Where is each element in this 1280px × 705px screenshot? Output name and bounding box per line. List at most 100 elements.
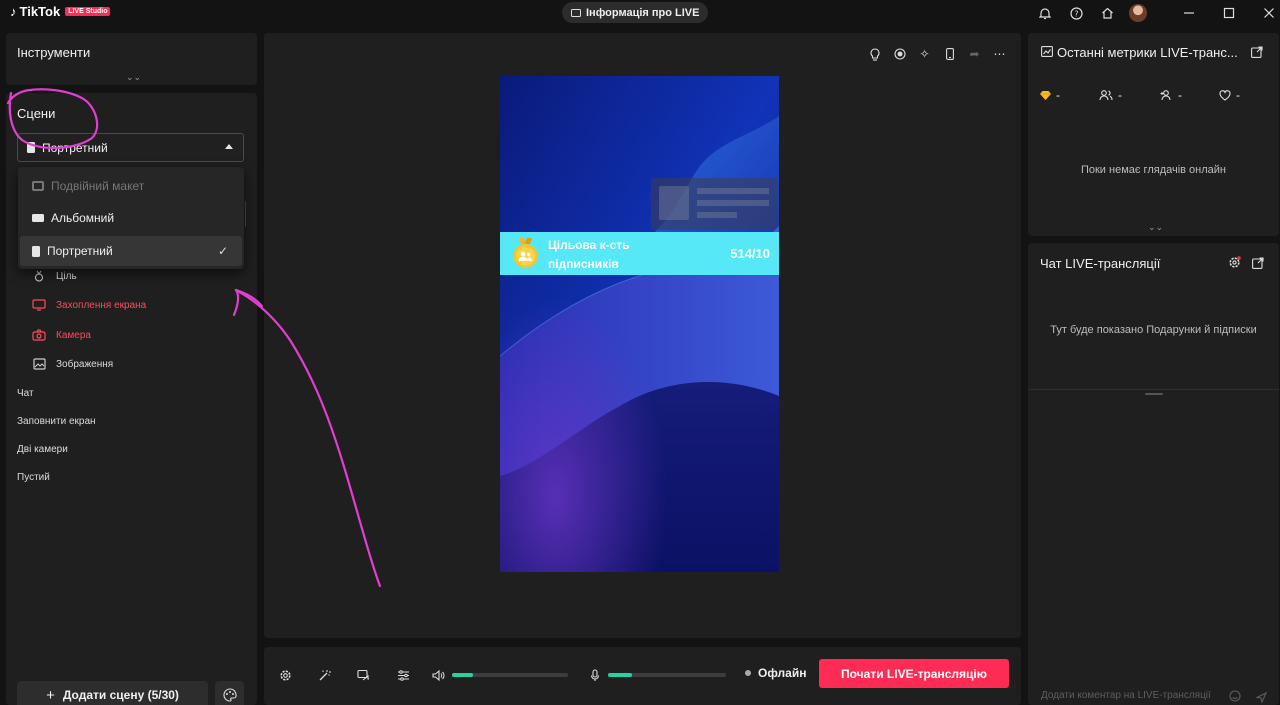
source-label: Захоплення екрана: [56, 299, 147, 311]
plus-icon: +: [46, 686, 55, 704]
expand-tools-chevron-icon[interactable]: ⌄⌄: [126, 72, 141, 83]
emoji-icon[interactable]: [1229, 689, 1242, 702]
home-icon[interactable]: [1096, 2, 1118, 24]
studio-badge: LIVE Studio: [65, 7, 111, 16]
live-info-label: Інформація про LIVE: [586, 6, 700, 19]
monitor-icon: [32, 298, 46, 312]
medal-icon: [32, 269, 46, 283]
adjustments-sliders-icon[interactable]: [394, 666, 412, 684]
palette-icon: [222, 688, 237, 702]
overlay-widget-placeholder[interactable]: [651, 178, 777, 230]
wallpaper-image: [500, 76, 779, 572]
microphone-icon[interactable]: [586, 666, 604, 684]
popout-icon[interactable]: [1251, 45, 1265, 59]
heart-icon: [1219, 89, 1231, 101]
bell-icon[interactable]: [1034, 2, 1056, 24]
palette-button[interactable]: [215, 681, 244, 705]
speaker-icon[interactable]: [429, 666, 447, 684]
minimize-icon[interactable]: [1178, 2, 1200, 24]
effects-sparkle-icon[interactable]: ✧: [915, 45, 934, 63]
tools-title: Інструменти: [17, 45, 91, 60]
goal-medal-icon: [513, 238, 538, 268]
layout-select[interactable]: Портретний: [17, 133, 244, 162]
source-item-image[interactable]: Зображення: [32, 355, 113, 373]
layout-select-value: Портретний: [42, 140, 108, 155]
layout-option-portrait[interactable]: Портретний ✓: [20, 236, 242, 266]
expand-metrics-chevron-icon[interactable]: ⌄⌄: [1148, 222, 1163, 233]
diamond-icon: [1040, 90, 1051, 100]
image-icon: [32, 357, 46, 371]
chat-title: Чат LIVE-трансляції: [1040, 256, 1161, 271]
chat-popout-icon[interactable]: [1252, 256, 1266, 270]
chat-comment-input[interactable]: Додати коментар на LIVE-трансляції: [1033, 686, 1251, 705]
title-bar: ♪ TikTok LIVE Studio Інформація про LIVE…: [0, 0, 1280, 26]
preview-toolbar: ✧ ➦ ⋯: [865, 45, 1009, 63]
speaker-volume-fill: [452, 673, 473, 677]
metric-new-followers: -: [1159, 88, 1182, 102]
scene-item-fill-screen[interactable]: Заповнити екран: [17, 416, 96, 427]
chat-panel: Чат LIVE-трансляції Тут буде показано По…: [1028, 243, 1279, 705]
chat-empty-text: Тут буде показано Подарунки й підписки: [1050, 324, 1257, 336]
scenes-title: Сцени: [17, 106, 56, 121]
follower-goal-widget[interactable]: Цільова к-сть підписників 514/10: [500, 232, 779, 275]
status-dot: [745, 670, 751, 676]
chat-settings-icon[interactable]: [1228, 256, 1242, 270]
help-icon[interactable]: ?: [1065, 2, 1087, 24]
metric-likes: -: [1219, 88, 1240, 102]
portrait-phone-icon: [32, 245, 40, 257]
dual-layout-icon: [32, 181, 44, 191]
source-item-camera[interactable]: Камера: [32, 326, 91, 344]
no-viewers-text: Поки немає глядачів онлайн: [1080, 164, 1227, 176]
add-scene-button[interactable]: + Додати сцену (5/30): [17, 681, 208, 705]
new-follower-icon: [1160, 89, 1171, 100]
magic-wand-icon[interactable]: [315, 666, 333, 684]
goal-title: Цільова к-сть підписників: [548, 238, 630, 271]
status-label: Офлайн: [758, 666, 807, 680]
settings-gear-icon[interactable]: [276, 666, 294, 684]
checkmark-icon: ✓: [217, 244, 228, 258]
live-info-button[interactable]: Інформація про LIVE: [562, 2, 709, 23]
close-icon[interactable]: [1258, 2, 1280, 24]
maximize-icon[interactable]: [1218, 2, 1240, 24]
scene-item-chat[interactable]: Чат: [17, 388, 34, 399]
source-label: Зображення: [56, 358, 114, 370]
screen-share-icon[interactable]: [354, 666, 372, 684]
mic-volume-fill: [608, 673, 632, 677]
add-scene-label: Додати сцену (5/30): [62, 688, 179, 702]
phone-orientation-icon[interactable]: [940, 45, 959, 63]
tiktok-note-icon: ♪: [10, 4, 17, 19]
stream-preview-canvas[interactable]: Цільова к-сть підписників 514/10: [500, 76, 779, 572]
metric-viewers: -: [1099, 88, 1122, 102]
scene-item-empty[interactable]: Пустий: [17, 472, 50, 483]
source-item-goal[interactable]: Ціль: [32, 267, 77, 285]
metrics-panel: Останні метрики LIVE-транс... - - - - По…: [1028, 33, 1279, 236]
send-icon[interactable]: [1255, 690, 1268, 704]
metric-diamonds: -: [1040, 88, 1060, 102]
speaker-volume-slider[interactable]: [452, 673, 568, 677]
metrics-title: Останні метрики LIVE-транс...: [1057, 45, 1238, 60]
resize-handle[interactable]: [1145, 393, 1163, 395]
tools-panel: Інструменти ⌄⌄: [6, 33, 257, 85]
avatar[interactable]: [1127, 2, 1149, 24]
layout-option-dual: Подвійний макет: [20, 171, 242, 201]
scene-item-two-cameras[interactable]: Дві камери: [17, 444, 68, 455]
mic-volume-slider[interactable]: [608, 673, 726, 677]
more-icon[interactable]: ⋯: [990, 45, 1009, 63]
layout-option-landscape[interactable]: Альбомний: [20, 203, 242, 233]
goal-count: 514/10: [730, 246, 770, 261]
preview-panel: ✧ ➦ ⋯ Цільова к-сть підписників 514/10: [264, 33, 1021, 638]
viewers-icon: [1099, 89, 1113, 100]
screen-icon: [571, 8, 581, 17]
source-label: Камера: [56, 329, 91, 341]
scene-box-edge: [244, 201, 246, 227]
svg-text:?: ?: [1074, 9, 1078, 18]
lightbulb-icon[interactable]: [865, 45, 884, 63]
landscape-icon: [32, 214, 44, 222]
source-item-screen-capture[interactable]: Захоплення екрана: [32, 296, 146, 314]
record-icon[interactable]: [890, 45, 909, 63]
app-logo: ♪ TikTok LIVE Studio: [10, 4, 111, 19]
portrait-phone-icon: [27, 142, 35, 153]
chart-icon: [1041, 46, 1053, 57]
go-live-button[interactable]: Почати LIVE-трансляцію: [819, 659, 1009, 688]
chat-divider: [1028, 389, 1279, 390]
